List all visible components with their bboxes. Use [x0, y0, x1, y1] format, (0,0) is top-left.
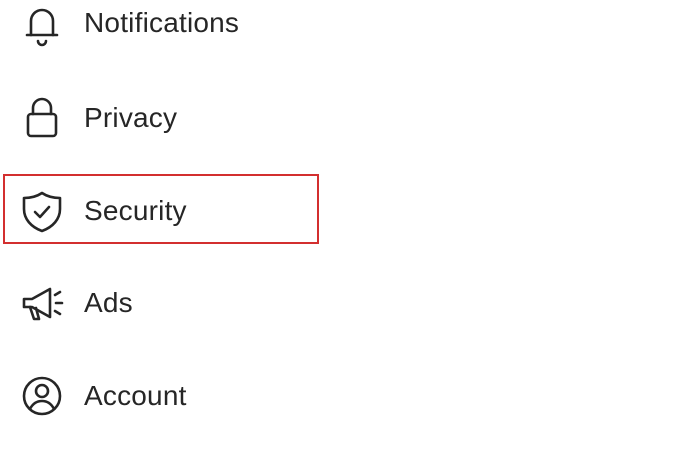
- menu-item-notifications[interactable]: Notifications: [0, 0, 700, 58]
- menu-item-label: Ads: [84, 287, 133, 318]
- menu-item-label: Account: [84, 380, 187, 411]
- lock-icon: [16, 92, 68, 144]
- menu-item-account[interactable]: Account: [0, 361, 700, 431]
- menu-item-label: Security: [84, 195, 187, 226]
- menu-item-security[interactable]: Security: [0, 176, 700, 246]
- menu-item-ads[interactable]: Ads: [0, 268, 700, 338]
- bell-icon: [16, 0, 68, 49]
- shield-check-icon: [16, 185, 68, 237]
- megaphone-icon: [16, 277, 68, 329]
- menu-item-label: Notifications: [84, 7, 240, 38]
- settings-menu: Notifications Privacy Security Ads Accou…: [0, 0, 700, 450]
- menu-item-label: Privacy: [84, 102, 178, 133]
- menu-item-privacy[interactable]: Privacy: [0, 83, 700, 153]
- user-circle-icon: [16, 370, 68, 422]
